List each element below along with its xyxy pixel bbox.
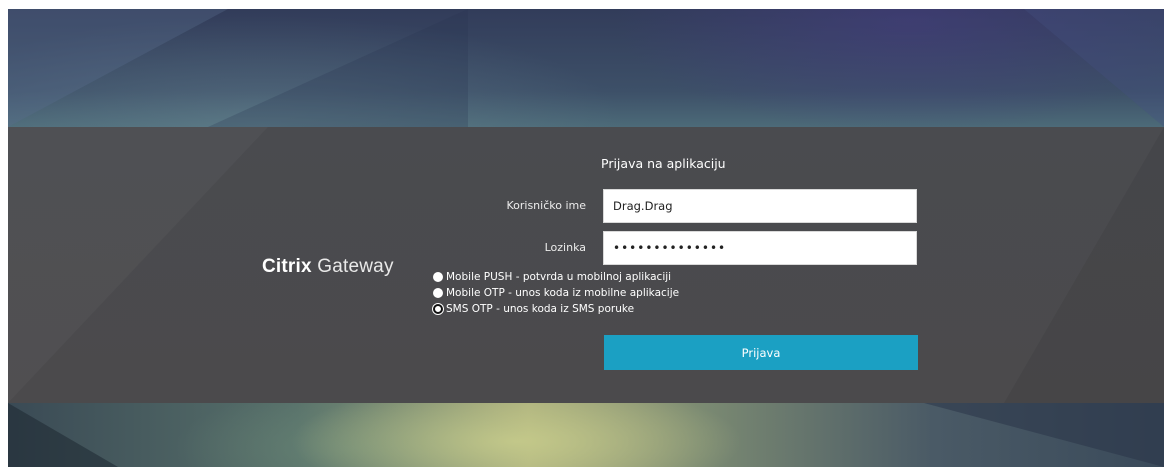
auth-option-sms-otp[interactable]: SMS OTP - unos koda iz SMS poruke	[433, 301, 679, 317]
background-bottom	[8, 403, 1164, 467]
username-input[interactable]	[603, 189, 917, 223]
username-label: Korisničko ime	[506, 199, 586, 212]
radio-checked-icon[interactable]	[433, 304, 443, 314]
password-label: Lozinka	[544, 241, 586, 254]
background	[8, 9, 1164, 467]
login-submit-button[interactable]: Prijava	[604, 335, 918, 370]
radio-unchecked-icon[interactable]	[433, 288, 443, 298]
form-title: Prijava na aplikaciju	[601, 156, 726, 171]
auth-option-label: Mobile OTP - unos koda iz mobilne aplika…	[446, 287, 680, 299]
password-input[interactable]	[603, 231, 917, 265]
auth-option-label: SMS OTP - unos koda iz SMS poruke	[446, 303, 635, 315]
citrix-gateway-logo: Citrix Gateway	[262, 256, 394, 278]
page: Citrix Gateway Prijava na aplikaciju Kor…	[0, 0, 1164, 467]
logo-product: Gateway	[317, 256, 394, 277]
auth-method-group: Mobile PUSH - potvrda u mobilnoj aplikac…	[433, 269, 679, 317]
login-band	[8, 127, 1164, 403]
auth-option-label: Mobile PUSH - potvrda u mobilnoj aplikac…	[446, 271, 672, 283]
logo-brand: Citrix	[262, 256, 312, 277]
auth-option-mobile-push[interactable]: Mobile PUSH - potvrda u mobilnoj aplikac…	[433, 269, 679, 285]
background-top	[8, 9, 1164, 127]
auth-option-mobile-otp[interactable]: Mobile OTP - unos koda iz mobilne aplika…	[433, 285, 679, 301]
radio-unchecked-icon[interactable]	[433, 272, 443, 282]
